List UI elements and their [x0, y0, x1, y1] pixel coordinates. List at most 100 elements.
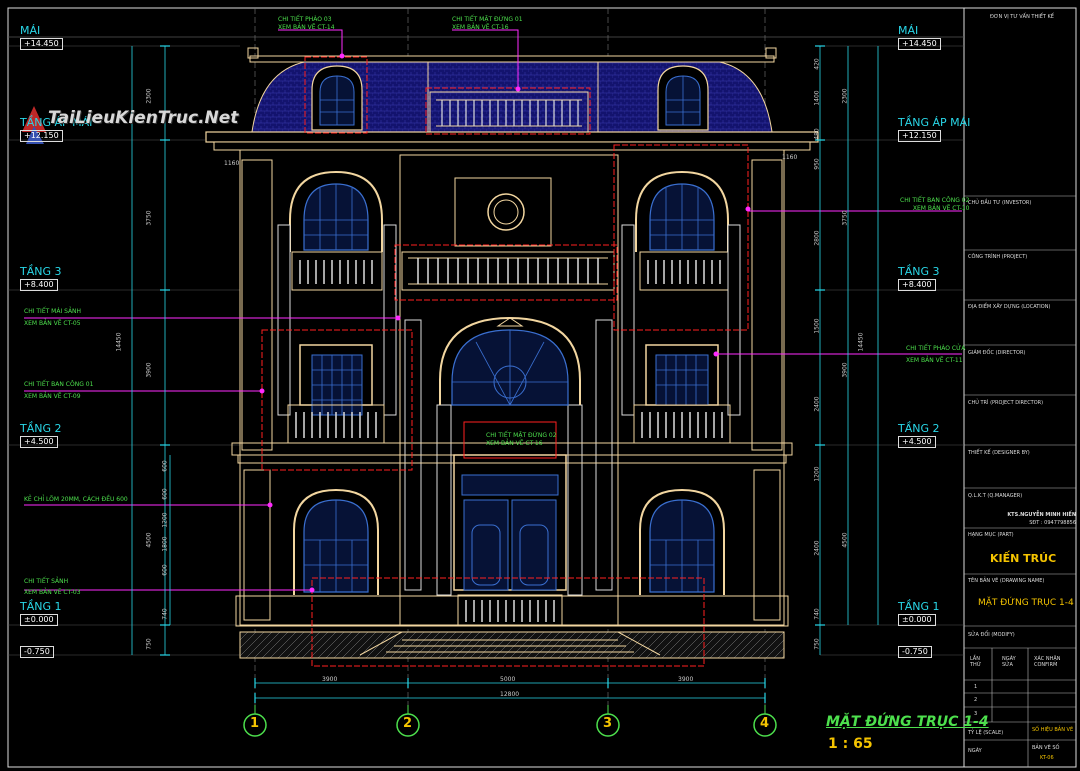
- central-arch-window: [439, 316, 581, 406]
- tb-rev-h2: NGÀY SỬA: [1002, 656, 1016, 668]
- tb-location: ĐỊA ĐIỂM XÂY DỰNG (LOCATION): [968, 304, 1051, 310]
- tb-phone: SĐT : 0947798856: [1029, 520, 1076, 526]
- plinth: [239, 631, 785, 659]
- level-left-ground-value: -0.750: [20, 646, 54, 658]
- dim-cl-2: 600: [161, 488, 169, 500]
- tb-rev-2: 2: [974, 697, 978, 703]
- tb-sheet-total-label: BẢN VẼ SỐ: [1032, 745, 1060, 751]
- dim-rm-3: 3900: [841, 362, 849, 378]
- level-right-floor1-value: ±0.000: [898, 614, 936, 626]
- level-right-attic-value: +12.150: [898, 130, 941, 142]
- tb-rev-h3: XÁC NHẬN CONFIRM: [1034, 656, 1061, 668]
- dim-rd-9: 2400: [813, 540, 821, 556]
- dim-overhang-right: 1160: [782, 154, 798, 161]
- roof-center: [427, 59, 599, 133]
- level-left-attic-value: +12.150: [20, 130, 63, 142]
- callout-sanh: CHI TIẾT SẢNH XEM BẢN VẼ CT-03: [24, 578, 81, 596]
- tb-director: GIÁM ĐỐC (DIRECTOR): [968, 350, 1026, 356]
- dim-rd-2: 1400: [813, 90, 821, 106]
- tb-scale-label: TỶ LỆ (SCALE): [968, 730, 1004, 736]
- callout-kechi: KẺ CHỈ LÕM 20MM, CÁCH ĐỀU 600: [24, 496, 128, 503]
- dim-rm-2: 3750: [841, 210, 849, 226]
- main-cornice-lower: [213, 141, 811, 151]
- level-right-floor2-name: TẦNG 2: [898, 422, 940, 435]
- level-right-floor3-name: TẦNG 3: [898, 265, 940, 278]
- level-right-ground-value: -0.750: [898, 646, 932, 658]
- dim-rd-11: 750: [813, 638, 821, 650]
- tb-sheet-no: KT-06: [1040, 755, 1054, 761]
- tb-project-director: CHỦ TRÌ (PROJECT DIRECTOR): [968, 400, 1044, 406]
- tb-rev-1: 1: [974, 684, 978, 690]
- dim-rd-10: 740: [813, 608, 821, 620]
- callout-phaocua: CHI TIẾT PHÀO CỬA XEM BẢN VẼ CT-11: [906, 345, 966, 364]
- level-right-floor1-name: TẦNG 1: [898, 600, 940, 613]
- callout-bancong02: CHI TIẾT BAN CÔNG 02 XEM BẢN VẼ CT-10: [900, 197, 970, 212]
- axis-label-3: 3: [603, 716, 613, 731]
- tb-sheet-label: SỐ HIỆU BẢN VẼ: [1032, 727, 1074, 733]
- drawing-title: MẶT ĐỨNG TRỤC 1-4: [826, 714, 989, 730]
- dim-overhang-left: 1160: [224, 160, 240, 167]
- tb-date-label: NGÀY: [968, 748, 982, 754]
- tb-consultant: ĐƠN VỊ TƯ VẤN THIẾT KẾ: [990, 14, 1054, 20]
- dim-span-2: 5000: [500, 676, 516, 683]
- callout-maisanh: CHI TIẾT MÁI SẢNH XEM BẢN VẼ CT-05: [24, 308, 82, 327]
- dim-cl-1: 600: [161, 460, 169, 472]
- dim-rd-5: 2800: [813, 230, 821, 246]
- axis-label-2: 2: [403, 716, 413, 731]
- dormer-left: [311, 65, 363, 131]
- dim-rd-7: 2400: [813, 396, 821, 412]
- callout-phao03: CHI TIẾT PHÀO 03 XEM BẢN VẼ CT-14: [278, 16, 335, 31]
- level-left-floor3-name: TẦNG 3: [20, 265, 62, 278]
- dim-cl-4: 1800: [161, 536, 169, 552]
- dim-span-1: 3900: [322, 676, 338, 683]
- dim-right-total: 14450: [857, 332, 865, 352]
- axis-bubbles: [243, 713, 777, 737]
- dim-cl-5: 600: [161, 564, 169, 576]
- title-block-grid: [964, 195, 1076, 767]
- level-right-roof-name: MÁI: [898, 24, 919, 37]
- dim-left-1: 2300: [145, 88, 153, 104]
- dim-rm-1: 2300: [841, 88, 849, 104]
- roof-ridge: [249, 55, 775, 63]
- callout-matdung01: CHI TIẾT MẶT ĐỨNG 01 XEM BẢN VẼ CT-16: [452, 16, 523, 31]
- dim-rd-8: 1200: [813, 466, 821, 482]
- callout-matdung02: CHI TIẾT MẶT ĐỨNG 02 XEM BẢN VẼ CT-16: [486, 432, 557, 447]
- watermark-text: TaiLieuKienTruc.Net: [48, 108, 239, 128]
- axis-bubble-stems: [254, 705, 766, 714]
- level-right-floor3-value: +8.400: [898, 279, 936, 291]
- level-left-floor2-value: +4.500: [20, 436, 58, 448]
- dim-rm-4: 4500: [841, 532, 849, 548]
- tb-rev-3: 3: [974, 711, 978, 717]
- dim-rd-4: 950: [813, 158, 821, 170]
- tb-designer: THIẾT KẾ (DESIGNER BY): [968, 450, 1030, 456]
- dim-left-2: 3750: [145, 210, 153, 226]
- tb-modify-label: SỬA ĐỔI (MODIFY): [968, 632, 1015, 638]
- level-right-roof-value: +14.450: [898, 38, 941, 50]
- dim-left-4: 4500: [145, 532, 153, 548]
- dim-cl-6: 740: [161, 608, 169, 620]
- dim-rd-1: 420: [813, 58, 821, 70]
- tb-part-label: HẠNG MỤC (PART): [968, 532, 1014, 538]
- dim-cl-3: 1200: [161, 512, 169, 528]
- tb-project: CÔNG TRÌNH (PROJECT): [968, 254, 1028, 260]
- level-left-floor3-value: +8.400: [20, 279, 58, 291]
- dim-span-3: 3900: [678, 676, 694, 683]
- dim-left-3: 3900: [145, 362, 153, 378]
- callout-bancong01: CHI TIẾT BAN CÔNG 01 XEM BẢN VẼ CT-09: [24, 381, 94, 400]
- dim-total: 12800: [500, 691, 520, 698]
- level-right-floor2-value: +4.500: [898, 436, 936, 448]
- axis-label-1: 1: [250, 716, 260, 731]
- tb-rev-h1: LẦN THỨ: [970, 656, 982, 668]
- tb-manager: Q.L.K.T (Q.MANAGER): [968, 493, 1023, 499]
- dim-left-5: 750: [145, 638, 153, 650]
- drawing-scale: 1 : 65: [828, 736, 873, 752]
- dim-rd-3: 480: [813, 128, 821, 140]
- dim-left-total: 14450: [115, 332, 123, 352]
- level-left-floor1-value: ±0.000: [20, 614, 58, 626]
- tb-drawing-name-label: TÊN BẢN VẼ (DRAWING NAME): [968, 578, 1045, 584]
- level-right-attic-name: TẦNG ÁP MÁI: [898, 116, 971, 129]
- dormer-right: [657, 65, 709, 131]
- level-left-roof-name: MÁI: [20, 24, 41, 37]
- level-left-roof-value: +14.450: [20, 38, 63, 50]
- tb-investor: CHỦ ĐẦU TƯ (INVESTOR): [968, 200, 1032, 206]
